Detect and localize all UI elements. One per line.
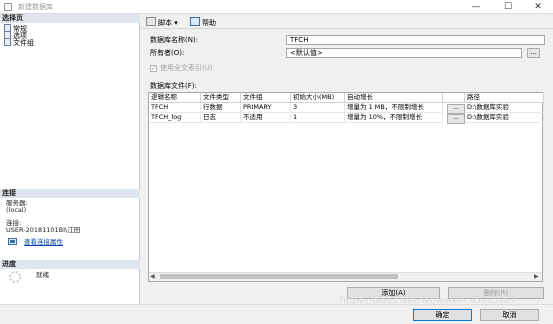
col-header-logical-name[interactable]: 逻辑名称 [149,93,201,103]
col-header-initial-size[interactable]: 初始大小(MB) [291,93,345,103]
cell-logical-name[interactable]: TFCH_log [149,113,201,123]
cell-file-type[interactable]: 日志 [201,113,241,123]
script-button[interactable]: 脚本 ▾ [146,17,178,28]
connection-properties-icon [8,238,17,245]
db-name-input[interactable]: TFCH [286,35,545,45]
page-icon [4,38,11,46]
select-page-header: 选择页 [0,14,140,23]
cell-filegroup[interactable]: PRIMARY [241,103,291,113]
cell-filegroup[interactable]: 不适用 [241,113,291,123]
connection-value: USER-20181101BI\江田 [6,226,81,234]
fulltext-checkbox[interactable]: ✓ [150,65,157,72]
help-icon [190,17,200,26]
cell-path[interactable]: D:\数据库实验 [465,113,544,123]
window-title: 新建数据库 [18,3,53,11]
view-connection-properties-link[interactable]: 查看连接属性 [24,239,63,246]
toolbar-divider [141,28,553,29]
progress-status: 就绪 [36,271,49,279]
db-files-grid: 逻辑名称 文件类型 文件组 初始大小(MB) 自动增长 路径 TFCH 行数据 … [148,92,544,282]
cell-initial-size[interactable]: 1 [291,113,345,123]
help-button[interactable]: 帮助 [190,17,216,28]
close-button[interactable]: ✕ [523,0,553,14]
scroll-right-icon[interactable]: ▶ [534,273,542,280]
minimize-button[interactable]: — [461,0,491,14]
watermark: https://blog.csdn.net/weixin_45705067 [340,296,516,306]
col-header-autogrowth-button [443,93,465,103]
page-item-filegroups[interactable]: 文件组 [4,38,34,47]
owner-label: 所有者(O): [150,49,185,57]
owner-input[interactable]: <默认值> [286,48,522,58]
col-header-autogrowth[interactable]: 自动增长 [345,93,443,103]
progress-spinner-icon [9,271,21,283]
cell-autogrowth: 增量为 1 MB，不限制增长 [345,103,443,113]
scroll-left-icon[interactable]: ◀ [150,273,158,280]
db-name-label: 数据库名称(N): [150,36,199,44]
owner-browse-button[interactable]: ... [527,48,540,58]
scroll-thumb[interactable] [160,274,398,279]
db-files-label: 数据库文件(F): [150,82,197,90]
chevron-down-icon: ▾ [174,19,178,27]
connection-header: 连接 [0,189,140,198]
cell-initial-size[interactable]: 3 [291,103,345,113]
col-header-filegroup[interactable]: 文件组 [241,93,291,103]
cancel-button[interactable]: 取消 [480,309,539,321]
cell-path[interactable]: D:\数据库实验 [465,103,544,113]
fulltext-label: 使用全文索引(U) [160,64,213,72]
cell-logical-name[interactable]: TFCH [149,103,201,113]
col-header-path[interactable]: 路径 [465,93,544,103]
script-icon [146,17,156,26]
cell-autogrowth: 增量为 10%，不限制增长 [345,113,443,123]
server-value: (local) [6,206,27,214]
app-icon [4,3,12,11]
maximize-button[interactable]: ☐ [493,0,523,14]
cell-file-type[interactable]: 行数据 [201,103,241,113]
ok-button[interactable]: 确定 [413,309,472,321]
autogrowth-edit-button[interactable]: ... [447,114,465,124]
progress-header: 进度 [0,260,140,269]
autogrowth-edit-button[interactable]: ... [447,104,465,114]
col-header-file-type[interactable]: 文件类型 [201,93,241,103]
